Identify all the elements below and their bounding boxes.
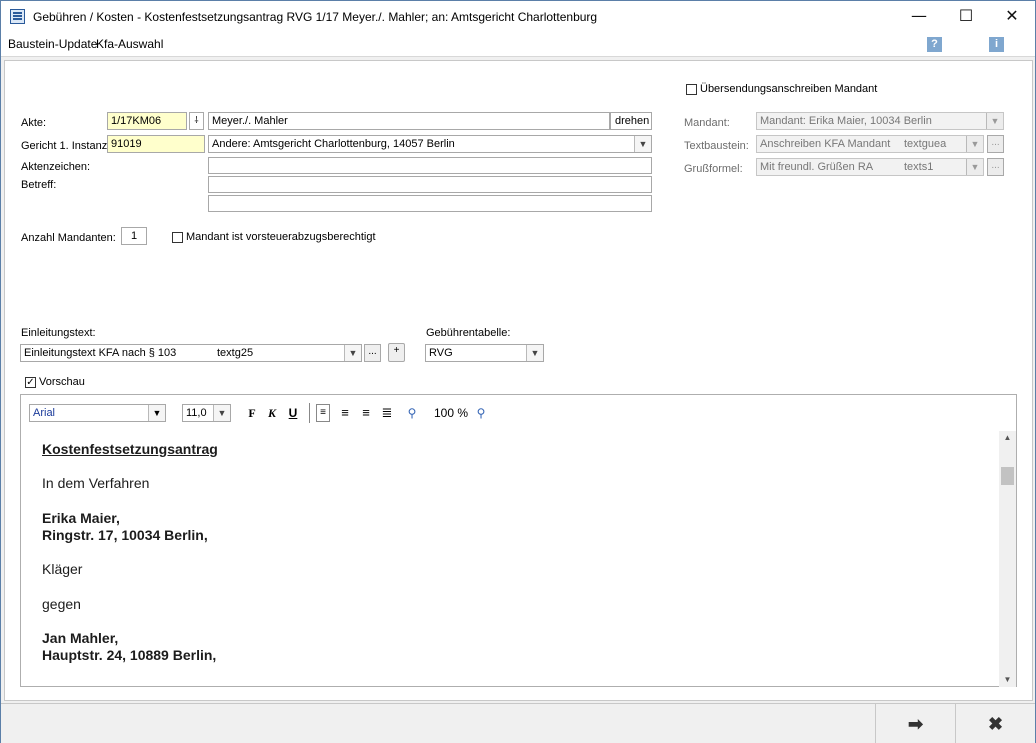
einleitungstext-more-button[interactable]: ... (364, 344, 381, 362)
textbaustein-select[interactable]: Anschreiben KFA Mandant textguea ▼ (756, 135, 984, 153)
einleitungstext-select[interactable]: Einleitungstext KFA nach § 103 textg25 ▼ (20, 344, 362, 362)
gericht-label: Gericht 1. Instanz (21, 140, 108, 152)
gebuehrentabelle-label: Gebührentabelle: (426, 327, 511, 339)
chevron-down-icon[interactable]: ▼ (213, 405, 230, 421)
anzahl-mandanten-label: Anzahl Mandanten: (21, 232, 116, 244)
bottom-bar: ➡ ✖ (1, 703, 1035, 743)
italic-button[interactable]: K (265, 404, 279, 422)
grussformel-label: Grußformel: (684, 163, 743, 175)
doc-line: Kläger (42, 561, 83, 577)
zoom-out-icon[interactable]: ⚲ (404, 404, 420, 422)
gericht-select-value: Andere: Amtsgericht Charlottenburg, 1405… (212, 138, 455, 150)
akte-input[interactable]: 1/17KM06 (107, 112, 187, 130)
mandant-select[interactable]: Mandant: Erika Maier, 10034 Berlin ▼ (756, 112, 1004, 130)
textbaustein-code: textguea (904, 138, 947, 150)
vorschau-checkbox[interactable]: ✓ (25, 377, 36, 388)
align-justify-icon[interactable]: ≣ (380, 404, 394, 422)
font-select-value: Arial (33, 407, 56, 419)
aktenzeichen-input[interactable] (208, 157, 652, 174)
chevron-down-icon[interactable]: ▼ (526, 345, 543, 361)
chevron-down-icon[interactable]: ▼ (148, 405, 165, 421)
betreff-label: Betreff: (21, 179, 57, 191)
akte-name-field[interactable]: Meyer./. Mahler (208, 112, 610, 130)
doc-heading: Kostenfestsetzungsantrag (42, 441, 218, 457)
font-size-value: 11,0 (186, 407, 207, 419)
maximize-button[interactable]: ☐ (943, 1, 989, 33)
gericht-input[interactable]: 91019 (107, 135, 205, 153)
mandant-select-value: Mandant: Erika Maier, 10034 Berlin (760, 115, 932, 127)
close-button[interactable]: ✕ (989, 1, 1035, 33)
chevron-down-icon[interactable]: ▼ (986, 113, 1003, 129)
anzahl-mandanten-input[interactable]: 1 (121, 227, 147, 245)
doc-line: Hauptstr. 24, 10889 Berlin, (42, 647, 217, 663)
menu-bar: Baustein-Update Kfa-Auswahl (1, 33, 1035, 57)
betreff-input-2[interactable] (208, 195, 652, 212)
chevron-down-icon[interactable]: ▼ (966, 136, 983, 152)
drehen-button[interactable]: drehen (610, 112, 652, 130)
add-einleitungstext-button[interactable]: + (388, 343, 405, 362)
info-icon[interactable]: i (989, 37, 1004, 52)
doc-line: Ringstr. 17, 10034 Berlin, (42, 527, 208, 543)
aktenzeichen-label: Aktenzeichen: (21, 161, 91, 173)
align-right-icon[interactable]: ≡ (359, 404, 373, 422)
minimize-button[interactable]: — (896, 1, 942, 33)
textbaustein-more-button[interactable]: ... (987, 135, 1004, 153)
scroll-thumb[interactable] (1001, 467, 1014, 485)
doc-line: Erika Maier, (42, 510, 120, 526)
textbaustein-select-value: Anschreiben KFA Mandant (760, 138, 891, 150)
doc-line: In dem Verfahren (42, 475, 150, 491)
gericht-select[interactable]: Andere: Amtsgericht Charlottenburg, 1405… (208, 135, 652, 153)
grussformel-select-value: Mit freundl. Grüßen RA (760, 161, 874, 173)
uebersendung-checkbox[interactable] (686, 84, 697, 95)
align-center-icon[interactable]: ≡ (338, 404, 352, 422)
chevron-down-icon[interactable]: ▼ (634, 136, 651, 152)
mandant-label: Mandant: (684, 117, 730, 129)
einleitungstext-select-value: Einleitungstext KFA nach § 103 (24, 347, 177, 359)
gebuehrentabelle-select[interactable]: RVG ▼ (425, 344, 544, 362)
vertical-scrollbar[interactable]: ▲ ▼ (999, 431, 1016, 687)
gebuehrentabelle-select-value: RVG (429, 347, 453, 359)
einleitungstext-label: Einleitungstext: (21, 327, 96, 339)
window-title: Gebühren / Kosten - Kostenfestsetzungsan… (33, 10, 598, 24)
zoom-level: 100 % (433, 406, 469, 420)
akte-lookup-icon[interactable]: ⸸ (189, 112, 204, 130)
toolbar-separator (309, 403, 310, 423)
chevron-down-icon[interactable]: ▼ (344, 345, 361, 361)
font-size-select[interactable]: 11,0 ▼ (182, 404, 231, 422)
main-window: Gebühren / Kosten - Kostenfestsetzungsan… (0, 0, 1036, 743)
chevron-down-icon[interactable]: ▼ (966, 159, 983, 175)
underline-button[interactable]: U (286, 404, 300, 422)
menu-baustein-update[interactable]: Baustein-Update (8, 37, 97, 51)
grussformel-more-button[interactable]: ... (987, 158, 1004, 176)
grussformel-code: texts1 (904, 161, 934, 173)
cancel-button[interactable]: ✖ (955, 704, 1035, 743)
einleitungstext-code: textg25 (217, 347, 254, 359)
scroll-down-icon[interactable]: ▼ (999, 673, 1016, 687)
betreff-input-1[interactable] (208, 176, 652, 193)
doc-line: gegen (42, 596, 81, 612)
preview-editor[interactable]: Arial ▼ 11,0 ▼ F K U ≡ ≡ ≡ ≣ ⚲ 100 % ⚲ K… (20, 394, 1017, 687)
bold-button[interactable]: F (245, 404, 259, 422)
align-left-icon[interactable]: ≡ (316, 404, 330, 422)
vorschau-label: Vorschau (39, 376, 85, 388)
akte-label: Akte: (21, 117, 47, 129)
zoom-in-icon[interactable]: ⚲ (473, 404, 489, 422)
title-bar: Gebühren / Kosten - Kostenfestsetzungsan… (1, 1, 1035, 33)
vorsteuer-label: Mandant ist vorsteuerabzugsberechtigt (186, 231, 376, 243)
scroll-up-icon[interactable]: ▲ (999, 431, 1016, 445)
grussformel-select[interactable]: Mit freundl. Grüßen RA texts1 ▼ (756, 158, 984, 176)
doc-line: Jan Mahler, (42, 630, 119, 646)
textbaustein-label: Textbaustein: (684, 140, 749, 152)
font-select[interactable]: Arial ▼ (29, 404, 166, 422)
uebersendung-label: Übersendungsanschreiben Mandant (700, 83, 878, 95)
menu-kfa-auswahl[interactable]: Kfa-Auswahl (96, 37, 163, 51)
next-arrow-button[interactable]: ➡ (875, 704, 955, 743)
help-icon[interactable]: ? (927, 37, 942, 52)
vorsteuer-checkbox[interactable] (172, 232, 183, 243)
app-icon (10, 9, 25, 24)
